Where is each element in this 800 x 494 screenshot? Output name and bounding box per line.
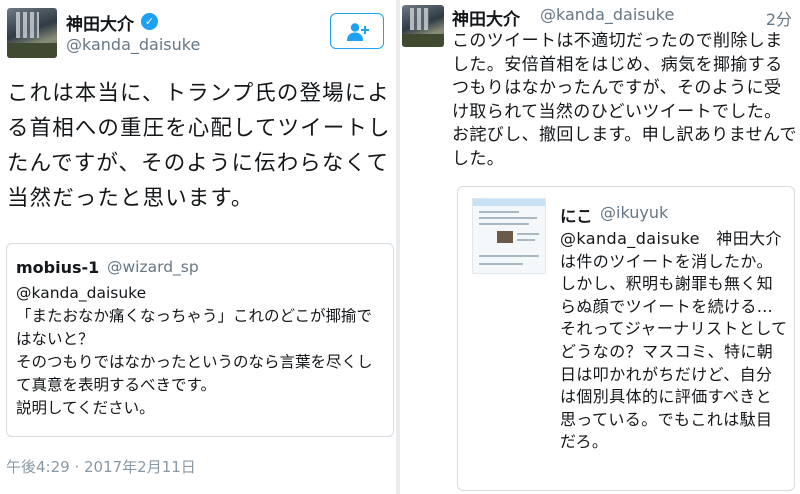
author-handle[interactable]: @kanda_daisuke <box>540 5 674 24</box>
right-tweet-card: 神田大介 @kanda_daisuke 2分 このツイートは不適切だったので削除… <box>400 0 800 494</box>
left-tweet-card: 神田大介 ✓ @kanda_daisuke これは本当に、トランプ氏の登場による… <box>0 0 396 494</box>
follow-button[interactable] <box>330 13 384 49</box>
tweet-timestamp[interactable]: 午後4:29 · 2017年2月11日 <box>6 456 196 477</box>
quoted-screenshot-thumbnail <box>472 198 546 274</box>
author-avatar[interactable] <box>402 5 444 47</box>
quoted-author-name: にこ <box>560 207 593 226</box>
author-avatar[interactable] <box>7 8 57 58</box>
quoted-tweet-text: @kanda_daisuke 「またおなか痛くなっちゃう」これのどこが揶揄ではな… <box>16 284 373 417</box>
quoted-author-handle: @ikuyuk <box>600 203 669 222</box>
add-user-icon <box>347 23 369 41</box>
quoted-author-handle: @wizard_sp <box>107 258 199 276</box>
quoted-author-name: mobius-1 <box>16 258 100 277</box>
author-handle[interactable]: @kanda_daisuke <box>66 35 200 54</box>
quoted-tweet-text: @kanda_daisuke 神田大介は件のツイートを消したか。 しかし、釈明も… <box>560 229 788 452</box>
tweet-time[interactable]: 2分 <box>766 6 792 30</box>
verified-badge-icon: ✓ <box>141 13 158 30</box>
quoted-tweet[interactable]: mobius-1 @wizard_sp @kanda_daisuke 「またおな… <box>6 243 394 437</box>
author-name[interactable]: 神田大介 <box>66 10 134 35</box>
author-name[interactable]: 神田大介 <box>452 5 520 30</box>
quoted-tweet[interactable]: にこ @ikuyuk @kanda_daisuke 神田大介は件のツイートを消し… <box>457 186 795 491</box>
tweet-text: このツイートは不適切だったので削除しました。安倍首相をはじめ、病気を揶揄するつも… <box>452 31 797 169</box>
tweet-text: これは本当に、トランプ氏の登場による首相への重圧を心配してツイートしたんですが、… <box>7 81 391 211</box>
